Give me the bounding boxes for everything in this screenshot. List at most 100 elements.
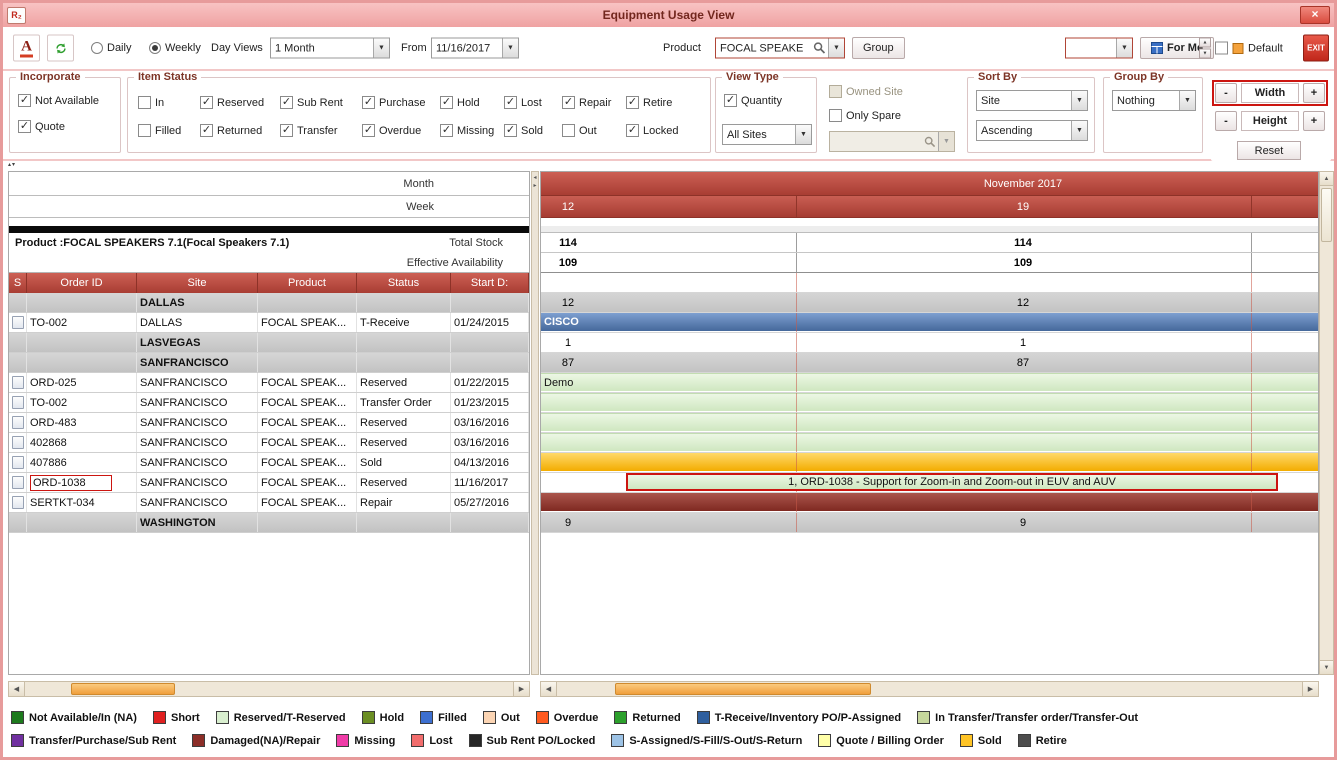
chevron-down-icon[interactable]: ▼ bbox=[1071, 91, 1087, 110]
scroll-up-icon[interactable]: ▲ bbox=[1320, 172, 1333, 186]
checkbox-transfer[interactable]: Transfer bbox=[280, 124, 362, 137]
chevron-down-icon[interactable]: ▼ bbox=[502, 39, 518, 58]
checkbox-sub-rent[interactable]: Sub Rent bbox=[280, 96, 362, 109]
usage-bar-green[interactable]: Demo bbox=[541, 373, 1318, 391]
chevron-down-icon[interactable]: ▼ bbox=[1116, 39, 1132, 58]
timeline-horizontal-scrollbar[interactable]: ◀ ▶ bbox=[540, 681, 1319, 697]
radio-weekly[interactable]: Weekly bbox=[149, 42, 201, 54]
sort-direction-dropdown[interactable]: Ascending ▼ bbox=[976, 120, 1088, 141]
checkbox-lost[interactable]: Lost bbox=[504, 96, 562, 109]
timeline-row[interactable]: 99 bbox=[541, 513, 1318, 533]
usage-bar-gold[interactable] bbox=[541, 453, 1318, 471]
spinner-down-icon[interactable]: ▼ bbox=[1199, 49, 1211, 59]
height-plus-button[interactable]: + bbox=[1303, 111, 1325, 131]
order-row[interactable]: ORD-025SANFRANCISCOFOCAL SPEAK...Reserve… bbox=[9, 373, 529, 393]
only-spare-checkbox[interactable]: Only Spare bbox=[829, 109, 901, 122]
radio-daily[interactable]: Daily bbox=[91, 42, 131, 54]
checkbox-purchase[interactable]: Purchase bbox=[362, 96, 440, 109]
usage-bar-green[interactable]: 1, ORD-1038 - Support for Zoom-in and Zo… bbox=[626, 473, 1278, 491]
column-header-site[interactable]: Site bbox=[137, 273, 258, 293]
checkbox-not-available[interactable]: Not Available bbox=[18, 94, 99, 107]
spinner-up-icon[interactable]: ▲ bbox=[1199, 38, 1211, 48]
site-group-row[interactable]: WASHINGTON bbox=[9, 513, 529, 533]
font-color-button[interactable]: A bbox=[13, 35, 40, 62]
usage-bar-green[interactable] bbox=[541, 413, 1318, 431]
checkbox-hold[interactable]: Hold bbox=[440, 96, 504, 109]
splitter-left-icon[interactable]: ◂ bbox=[533, 174, 536, 181]
splitter-right-icon[interactable]: ▸ bbox=[533, 182, 536, 189]
chevron-down-icon[interactable]: ▼ bbox=[795, 125, 811, 144]
checkbox-missing[interactable]: Missing bbox=[440, 124, 504, 137]
timeline-row[interactable]: CISCO bbox=[541, 313, 1318, 333]
column-header-status[interactable]: Status bbox=[357, 273, 451, 293]
timeline-row[interactable] bbox=[541, 413, 1318, 433]
exit-button[interactable]: EXIT bbox=[1303, 35, 1329, 62]
usage-bar-blue[interactable]: CISCO bbox=[541, 313, 1318, 331]
checkbox-sold[interactable]: Sold bbox=[504, 124, 562, 137]
scroll-down-icon[interactable]: ▼ bbox=[1320, 660, 1333, 674]
checkbox-retire[interactable]: Retire bbox=[626, 96, 682, 109]
default-checkbox[interactable]: Default bbox=[1215, 42, 1283, 55]
chevron-down-icon[interactable]: ▼ bbox=[373, 39, 389, 58]
quick-select-dropdown[interactable]: ▼ bbox=[1065, 38, 1133, 59]
timeline-row[interactable]: Demo bbox=[541, 373, 1318, 393]
sort-field-dropdown[interactable]: Site ▼ bbox=[976, 90, 1088, 111]
scroll-right-icon[interactable]: ▶ bbox=[513, 682, 529, 696]
horizontal-scroll-thumb[interactable] bbox=[71, 683, 175, 695]
timeline-row[interactable] bbox=[541, 493, 1318, 513]
reset-button[interactable]: Reset bbox=[1237, 141, 1301, 160]
timeline-row[interactable] bbox=[541, 453, 1318, 473]
timeline-row[interactable]: 1, ORD-1038 - Support for Zoom-in and Zo… bbox=[541, 473, 1318, 493]
sites-dropdown[interactable]: All Sites ▼ bbox=[722, 124, 812, 145]
order-row[interactable]: TO-002DALLASFOCAL SPEAK...T-Receive01/24… bbox=[9, 313, 529, 333]
chevron-down-icon[interactable]: ▼ bbox=[1179, 91, 1195, 110]
checkbox-locked[interactable]: Locked bbox=[626, 124, 682, 137]
group-button[interactable]: Group bbox=[852, 37, 905, 59]
vertical-scroll-thumb[interactable] bbox=[1321, 188, 1332, 242]
column-header-select[interactable]: S bbox=[9, 273, 27, 293]
column-header-order-id[interactable]: Order ID bbox=[27, 273, 137, 293]
chevron-down-icon[interactable]: ▼ bbox=[1071, 121, 1087, 140]
scroll-right-icon[interactable]: ▶ bbox=[1302, 682, 1318, 696]
pane-collapse-handle[interactable]: ▴▾ bbox=[8, 161, 16, 168]
checkbox-overdue[interactable]: Overdue bbox=[362, 124, 440, 137]
column-header-start-date[interactable]: Start D: bbox=[451, 273, 529, 293]
checkbox-returned[interactable]: Returned bbox=[200, 124, 280, 137]
checkbox-out[interactable]: Out bbox=[562, 124, 626, 137]
checkbox-quote[interactable]: Quote bbox=[18, 120, 99, 133]
width-plus-button[interactable]: + bbox=[1303, 83, 1325, 103]
from-date-field[interactable]: 11/16/2017 ▼ bbox=[431, 38, 519, 59]
scroll-left-icon[interactable]: ◀ bbox=[541, 682, 557, 696]
grid-horizontal-scrollbar[interactable]: ◀ ▶ bbox=[8, 681, 530, 697]
column-header-product[interactable]: Product bbox=[258, 273, 357, 293]
timeline-month-header[interactable]: November 2017 bbox=[541, 172, 1318, 196]
site-group-row[interactable]: DALLAS bbox=[9, 293, 529, 313]
order-row[interactable]: 402868SANFRANCISCOFOCAL SPEAK...Reserved… bbox=[9, 433, 529, 453]
pane-splitter[interactable]: ◂ ▸ bbox=[531, 171, 539, 675]
timeline-row[interactable] bbox=[541, 393, 1318, 413]
timeline-week-header[interactable]: 1219 bbox=[541, 196, 1318, 218]
close-button[interactable]: × bbox=[1300, 6, 1330, 24]
chevron-down-icon[interactable]: ▼ bbox=[828, 39, 844, 58]
order-row[interactable]: ORD-483SANFRANCISCOFOCAL SPEAK...Reserve… bbox=[9, 413, 529, 433]
period-dropdown[interactable]: 1 Month ▼ bbox=[270, 38, 390, 59]
window-titlebar[interactable]: R₂ Equipment Usage View × bbox=[3, 3, 1334, 27]
height-minus-button[interactable]: - bbox=[1215, 111, 1237, 131]
order-row[interactable]: ORD-1038SANFRANCISCOFOCAL SPEAK...Reserv… bbox=[9, 473, 529, 493]
usage-bar-green[interactable] bbox=[541, 393, 1318, 411]
site-group-row[interactable]: SANFRANCISCO bbox=[9, 353, 529, 373]
width-minus-button[interactable]: - bbox=[1215, 83, 1237, 103]
timeline-row[interactable] bbox=[541, 433, 1318, 453]
refresh-button[interactable] bbox=[47, 35, 74, 62]
site-group-row[interactable]: LASVEGAS bbox=[9, 333, 529, 353]
checkbox-repair[interactable]: Repair bbox=[562, 96, 626, 109]
usage-bar-green[interactable] bbox=[541, 433, 1318, 451]
timeline-row[interactable]: 8787 bbox=[541, 353, 1318, 373]
order-row[interactable]: TO-002SANFRANCISCOFOCAL SPEAK...Transfer… bbox=[9, 393, 529, 413]
horizontal-scroll-thumb[interactable] bbox=[615, 683, 871, 695]
timeline-row[interactable]: 11 bbox=[541, 333, 1318, 353]
quantity-checkbox[interactable]: Quantity bbox=[724, 94, 782, 107]
checkbox-in[interactable]: In bbox=[138, 96, 200, 109]
checkbox-filled[interactable]: Filled bbox=[138, 124, 200, 137]
product-combo[interactable]: FOCAL SPEAKE ▼ bbox=[715, 38, 845, 59]
